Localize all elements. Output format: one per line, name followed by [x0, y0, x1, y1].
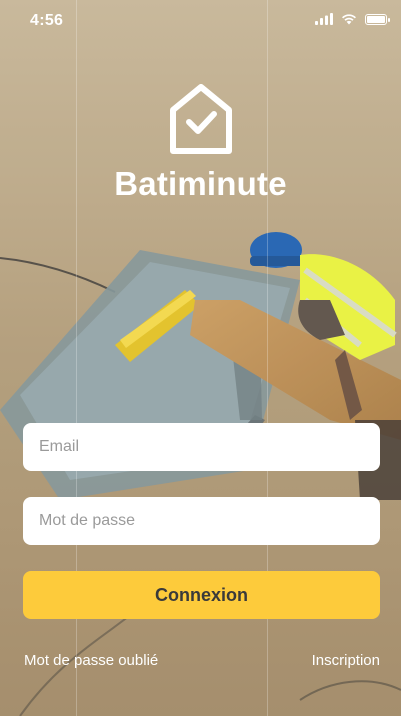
password-field[interactable]: [23, 497, 380, 545]
email-field[interactable]: [23, 423, 380, 471]
status-time: 4:56: [30, 12, 64, 29]
forgot-password-link[interactable]: Mot de passe oublié: [24, 652, 158, 669]
signal-icon: [315, 13, 333, 25]
status-bar: 4:56: [0, 0, 401, 40]
login-button[interactable]: Connexion: [23, 571, 380, 619]
battery-level-fill: [367, 15, 385, 23]
app-name: Batiminute: [114, 165, 287, 202]
battery-icon: [365, 13, 390, 25]
app-logo: [0, 84, 401, 158]
house-check-icon: [169, 84, 232, 154]
status-icons: [315, 13, 390, 25]
login-screen: 4:56 Batiminute Connexion: [0, 0, 401, 716]
signup-link[interactable]: Inscription: [312, 652, 380, 669]
wifi-icon: [342, 14, 356, 25]
